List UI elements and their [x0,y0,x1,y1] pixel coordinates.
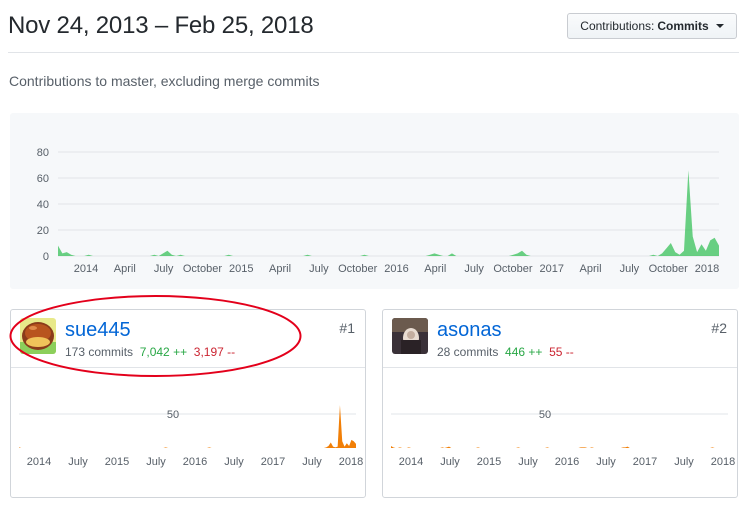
x-tick-label: 2015 [105,456,129,468]
series-area [19,405,356,448]
avatar[interactable] [20,318,56,354]
x-tick-label: July [596,456,616,468]
y-tick-label: 50 [539,409,551,421]
contributor-card: asonas 28 commits 446 ++ 55 -- #2 50 2014… [382,309,738,498]
y-tick-label: 50 [167,409,179,421]
x-tick-label: 2018 [339,456,363,468]
x-tick-label: July [620,263,640,275]
x-tick-label: October [183,263,222,275]
y-tick-label: 20 [37,225,49,237]
commit-count[interactable]: 173 commits [65,345,133,359]
series-area [391,445,728,448]
x-tick-label: April [580,263,602,275]
x-tick-label: 2017 [633,456,657,468]
contributions-label: Contributions: [580,19,655,33]
x-tick-label: 2017 [540,263,564,275]
contributions-chart: 0 20 40 60 80 2014 April July October 2015 April Ju… [10,113,739,289]
contributor-username-link[interactable]: asonas [437,319,502,342]
x-tick-label: April [269,263,291,275]
x-tick-label: July [224,456,244,468]
x-tick-label: 2016 [384,263,408,275]
avatar[interactable] [392,318,428,354]
x-tick-label: April [424,263,446,275]
page-title: Nov 24, 2013 – Feb 25, 2018 [8,12,314,39]
x-tick-label: 2016 [183,456,207,468]
x-tick-label: July [674,456,694,468]
contributor-stats: 173 commits 7,042 ++ 3,197 -- [65,345,235,359]
contributor-chart: 50 2014 July 2015 July 2016 July 2017 July 2018 [391,409,735,468]
x-tick-label: July [302,456,322,468]
series-area [58,170,719,256]
header-divider [8,52,739,53]
x-tick-label: July [518,456,538,468]
y-tick-label: 60 [37,173,49,185]
y-tick-label: 80 [37,147,49,159]
contributor-chart: 50 2014 July 2015 July 2016 July 2017 July 2018 [19,405,363,468]
x-tick-label: October [649,263,688,275]
chart-subtitle: Contributions to master, excluding merge… [9,73,320,89]
x-tick-label: 2018 [711,456,735,468]
contributions-dropdown[interactable]: Contributions: Commits [567,13,737,39]
contributor-stats: 28 commits 446 ++ 55 -- [437,345,574,359]
x-tick-label: July [68,456,88,468]
x-tick-label: 2014 [399,456,423,468]
x-tick-label: 2014 [27,456,51,468]
x-tick-label: 2017 [261,456,285,468]
contributor-rank: #1 [339,320,355,336]
contributor-card-header: asonas 28 commits 446 ++ 55 -- #2 [383,310,737,368]
deletions-count: 3,197 -- [193,345,236,359]
x-tick-label: April [114,263,136,275]
contributor-card-header: sue445 173 commits 7,042 ++ 3,197 -- #1 [11,310,365,368]
contributor-rank: #2 [711,320,727,336]
contributor-username-link[interactable]: sue445 [65,319,131,342]
contributions-chart-svg: 0 20 40 60 80 2014 April July October 2015 April Ju… [37,147,719,275]
x-tick-label: 2015 [229,263,253,275]
x-tick-label: July [464,263,484,275]
additions-count: 7,042 ++ [139,345,188,359]
deletions-count: 55 -- [549,345,574,359]
contributor-card: sue445 173 commits 7,042 ++ 3,197 -- #1 … [10,309,366,498]
additions-count: 446 ++ [505,345,543,359]
x-tick-label: July [309,263,329,275]
y-tick-label: 0 [43,251,49,263]
commit-count[interactable]: 28 commits [437,345,498,359]
caret-down-icon [715,24,724,28]
x-tick-label: 2018 [695,263,719,275]
x-tick-label: October [338,263,377,275]
x-tick-label: 2016 [555,456,579,468]
y-tick-label: 40 [37,199,49,211]
x-tick-label: October [493,263,532,275]
x-tick-label: July [154,263,174,275]
x-tick-label: 2014 [74,263,98,275]
contributions-value: Commits [657,19,709,33]
x-tick-label: July [146,456,166,468]
x-tick-label: 2015 [477,456,501,468]
x-tick-label: July [440,456,460,468]
